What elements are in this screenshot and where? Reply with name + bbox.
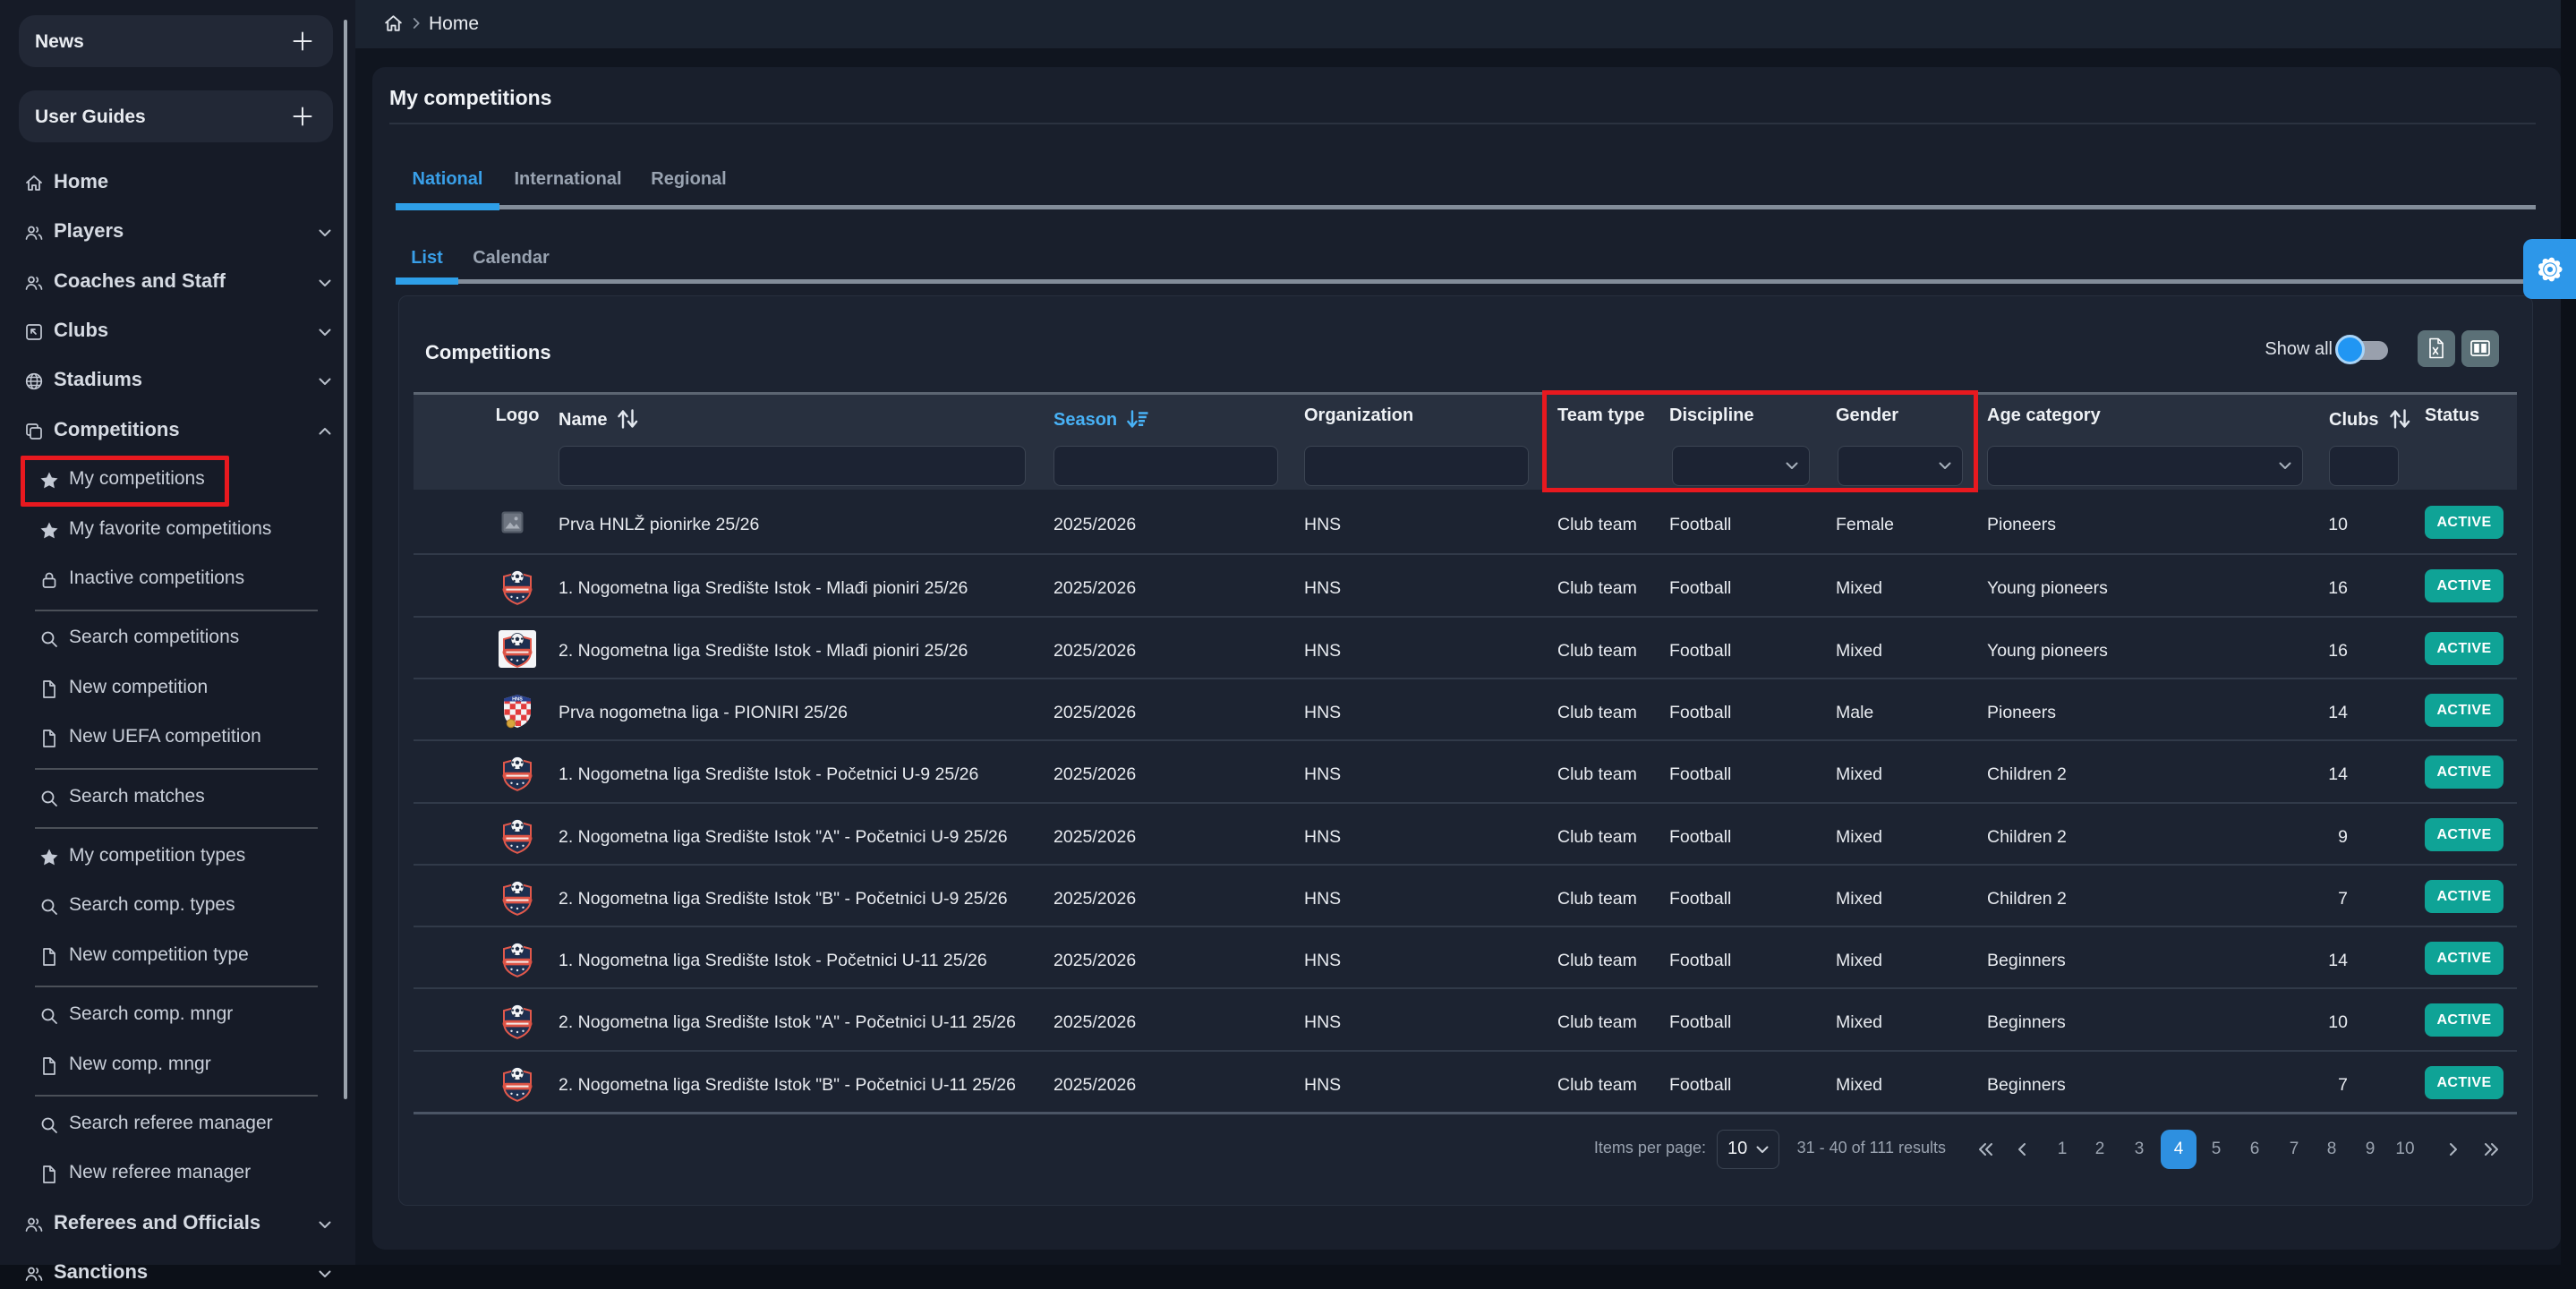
svg-text:HNS: HNS bbox=[512, 696, 523, 702]
